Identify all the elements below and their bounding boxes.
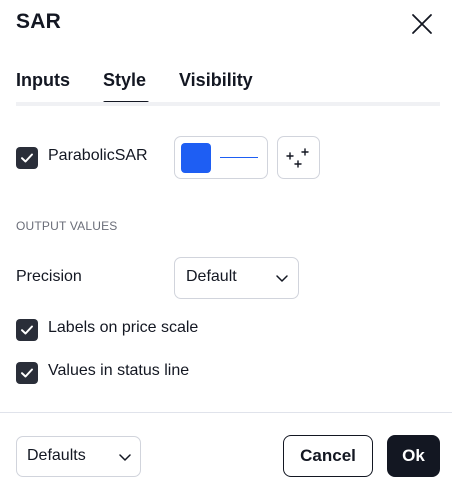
tab-style[interactable]: Style bbox=[103, 70, 146, 91]
check-icon bbox=[21, 325, 33, 335]
precision-select-value: Default bbox=[186, 268, 237, 285]
parabolicsar-label: ParabolicSAR bbox=[48, 147, 148, 164]
check-icon bbox=[21, 368, 33, 378]
plot-style-icon bbox=[286, 148, 309, 168]
output-values-header: OUTPUT VALUES bbox=[16, 219, 118, 233]
dialog-title: SAR bbox=[16, 10, 61, 33]
plot-color-picker[interactable] bbox=[174, 136, 268, 179]
tabs-divider bbox=[16, 102, 440, 106]
labels-on-price-scale-label: Labels on price scale bbox=[48, 319, 199, 336]
labels-on-price-scale-checkbox[interactable] bbox=[16, 319, 38, 341]
close-icon bbox=[412, 14, 432, 34]
check-icon bbox=[21, 153, 33, 163]
tab-inputs[interactable]: Inputs bbox=[16, 70, 70, 91]
plot-style-button[interactable] bbox=[277, 136, 320, 179]
color-swatch bbox=[181, 143, 211, 173]
defaults-select-value: Defaults bbox=[27, 447, 86, 464]
close-button[interactable] bbox=[408, 10, 436, 38]
precision-select[interactable]: Default bbox=[174, 257, 299, 299]
cancel-button[interactable]: Cancel bbox=[283, 435, 373, 477]
values-in-status-line-checkbox[interactable] bbox=[16, 362, 38, 384]
ok-button[interactable]: Ok bbox=[387, 435, 440, 477]
chevron-down-icon bbox=[276, 275, 288, 282]
precision-label: Precision bbox=[16, 268, 82, 285]
footer-divider bbox=[0, 412, 452, 413]
parabolicsar-checkbox[interactable] bbox=[16, 147, 38, 169]
defaults-select[interactable]: Defaults bbox=[16, 436, 141, 477]
indicator-settings-dialog: SAR Inputs Style Visibility ParabolicSAR… bbox=[0, 0, 452, 492]
tab-visibility[interactable]: Visibility bbox=[179, 70, 253, 91]
chevron-down-icon bbox=[119, 454, 131, 461]
values-in-status-line-label: Values in status line bbox=[48, 362, 190, 379]
line-style-sample bbox=[220, 157, 258, 158]
